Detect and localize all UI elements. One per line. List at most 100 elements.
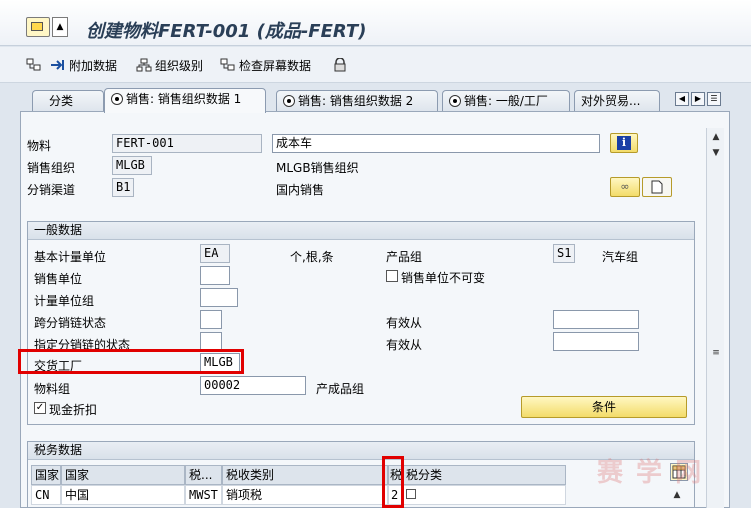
tab-sales-org-1[interactable]: 销售: 销售组织数据 1 bbox=[104, 88, 266, 113]
distribution-channel-field: B1 bbox=[112, 178, 134, 197]
org-structure-button[interactable] bbox=[26, 56, 45, 74]
sales-org-field: MLGB bbox=[112, 156, 152, 175]
uom-group-field[interactable] bbox=[200, 288, 238, 307]
application-toolbar: 附加数据 组织级别 检查屏幕数据 bbox=[0, 47, 751, 83]
distribution-channel-label: 分销渠道 bbox=[27, 183, 76, 197]
additional-data-label: 附加数据 bbox=[69, 58, 118, 73]
delivery-plant-label: 交货工厂 bbox=[34, 359, 83, 373]
glasses-button[interactable]: ∞ bbox=[610, 177, 640, 197]
col-tax-category-desc[interactable]: 税收类别 bbox=[222, 465, 388, 485]
distribution-channel-description: 国内销售 bbox=[276, 183, 325, 197]
tab-foreign-trade-label: 对外贸易... bbox=[581, 94, 641, 108]
tab-status-icon bbox=[449, 95, 461, 107]
new-document-button[interactable] bbox=[642, 177, 672, 197]
tab-classification[interactable]: 分类 bbox=[32, 90, 104, 112]
menu-arrow-icon[interactable]: ▲ bbox=[52, 17, 68, 37]
cross-dchain-status-label: 跨分销链状态 bbox=[34, 316, 107, 330]
lock-button[interactable] bbox=[332, 56, 351, 74]
division-description: 汽车组 bbox=[602, 250, 639, 264]
info-icon: i bbox=[617, 136, 631, 150]
check-screen-data-button[interactable]: 检查屏幕数据 bbox=[220, 56, 311, 74]
table-scroll-up-icon[interactable]: ▲ bbox=[670, 488, 684, 502]
tab-status-icon bbox=[283, 95, 295, 107]
uom-group-label: 计量单位组 bbox=[34, 294, 95, 308]
vertical-scrollbar[interactable]: ▲ ▼ ≡ bbox=[706, 128, 724, 508]
search-help-icon[interactable] bbox=[406, 489, 416, 499]
glasses-icon: ∞ bbox=[620, 180, 630, 193]
sales-org-description: MLGB销售组织 bbox=[276, 161, 359, 175]
tab-sales-general-plant-label: 销售: 一般/工厂 bbox=[464, 94, 548, 108]
sap-menu-icon[interactable] bbox=[26, 17, 50, 37]
hierarchy-icon bbox=[26, 58, 42, 72]
material-label: 物料 bbox=[27, 139, 52, 153]
sales-unit-label: 销售单位 bbox=[34, 272, 83, 286]
scroll-grip-icon[interactable]: ≡ bbox=[709, 346, 723, 360]
tab-strip: 分类 销售: 销售组织数据 1 销售: 销售组织数据 2 销售: 一般/工厂 对… bbox=[0, 84, 751, 113]
valid-from-label-2: 有效从 bbox=[386, 338, 423, 352]
col-country-code[interactable]: 国家 bbox=[31, 465, 61, 485]
base-uom-label: 基本计量单位 bbox=[34, 250, 107, 264]
material-group-label: 物料组 bbox=[34, 382, 71, 396]
scroll-down-icon[interactable]: ▼ bbox=[709, 146, 723, 160]
material-group-description: 产成品组 bbox=[316, 382, 365, 396]
arrow-right-icon bbox=[50, 58, 66, 72]
row-tax-class-field[interactable]: 2 bbox=[388, 485, 402, 505]
tab-sales-general-plant[interactable]: 销售: 一般/工厂 bbox=[442, 90, 570, 112]
title-bar: ▲ 创建物料FERT-001 (成品-FERT) bbox=[0, 0, 751, 46]
dchain-status-label: 指定分销链的状态 bbox=[34, 338, 131, 352]
org-levels-label: 组织级别 bbox=[155, 58, 204, 73]
delivery-plant-field[interactable]: MLGB bbox=[200, 353, 240, 372]
material-field[interactable]: FERT-001 bbox=[112, 134, 262, 153]
row-tax-category: MWST bbox=[185, 485, 222, 505]
tab-scroll-right-icon[interactable]: ▶ bbox=[691, 92, 705, 106]
row-tax-category-desc: 销项税 bbox=[222, 485, 388, 505]
tab-list-icon[interactable]: ☰ bbox=[707, 92, 721, 106]
info-button[interactable]: i bbox=[610, 133, 638, 153]
window-title: 创建物料FERT-001 (成品-FERT) bbox=[86, 21, 367, 42]
tab-status-icon bbox=[111, 93, 123, 105]
sales-unit-field[interactable] bbox=[200, 266, 230, 285]
tab-sales-org-2-label: 销售: 销售组织数据 2 bbox=[298, 94, 414, 108]
valid-from-field-2[interactable] bbox=[553, 332, 639, 351]
scroll-up-icon[interactable]: ▲ bbox=[709, 130, 723, 144]
tab-classification-label: 分类 bbox=[49, 94, 74, 108]
org-levels-icon bbox=[136, 58, 152, 72]
tab-sales-org-2[interactable]: 销售: 销售组织数据 2 bbox=[276, 90, 438, 112]
sales-org-label: 销售组织 bbox=[27, 161, 76, 175]
cash-discount-label: 现金折扣 bbox=[49, 403, 98, 417]
col-tax-class[interactable]: 税 bbox=[388, 465, 402, 485]
org-levels-button[interactable]: 组织级别 bbox=[136, 56, 203, 74]
general-data-title: 一般数据 bbox=[28, 222, 694, 240]
division-label: 产品组 bbox=[386, 250, 423, 264]
sales-unit-fixed-label: 销售单位不可变 bbox=[401, 271, 486, 285]
material-group-field[interactable]: 00002 bbox=[200, 376, 306, 395]
row-country: 中国 bbox=[61, 485, 185, 505]
valid-from-label-1: 有效从 bbox=[386, 316, 423, 330]
base-uom-description: 个,根,条 bbox=[290, 250, 334, 264]
valid-from-field-1[interactable] bbox=[553, 310, 639, 329]
cross-dchain-status-field[interactable] bbox=[200, 310, 222, 329]
check-screen-data-label: 检查屏幕数据 bbox=[239, 58, 312, 73]
document-icon bbox=[651, 180, 663, 194]
conditions-button[interactable]: 条件 bbox=[521, 396, 687, 418]
additional-data-button[interactable]: 附加数据 bbox=[50, 56, 117, 74]
tab-scroll-left-icon[interactable]: ◀ bbox=[675, 92, 689, 106]
tab-sales-org-1-label: 销售: 销售组织数据 1 bbox=[126, 92, 242, 106]
tab-foreign-trade[interactable]: 对外贸易... bbox=[574, 90, 660, 112]
check-screen-icon bbox=[220, 58, 236, 72]
lock-icon bbox=[332, 57, 348, 72]
dchain-status-field[interactable] bbox=[200, 332, 222, 351]
row-country-code: CN bbox=[31, 485, 61, 505]
division-field: S1 bbox=[553, 244, 575, 263]
sap-window: ▲ 创建物料FERT-001 (成品-FERT) 附加数据 组织级别 检查屏幕数… bbox=[0, 0, 751, 508]
base-uom-field: EA bbox=[200, 244, 230, 263]
col-tax-class-desc[interactable]: 税分类 bbox=[402, 465, 566, 485]
watermark: 赛 学 网 bbox=[597, 458, 704, 488]
cash-discount-checkbox[interactable]: ✓ bbox=[34, 402, 46, 414]
tax-data-title: 税务数据 bbox=[28, 442, 694, 460]
sales-unit-fixed-checkbox[interactable] bbox=[386, 270, 398, 282]
col-country[interactable]: 国家 bbox=[61, 465, 185, 485]
col-tax-category[interactable]: 税... bbox=[185, 465, 222, 485]
row-tax-class-desc bbox=[402, 485, 566, 505]
material-description-field[interactable]: 成本车 bbox=[272, 134, 600, 153]
